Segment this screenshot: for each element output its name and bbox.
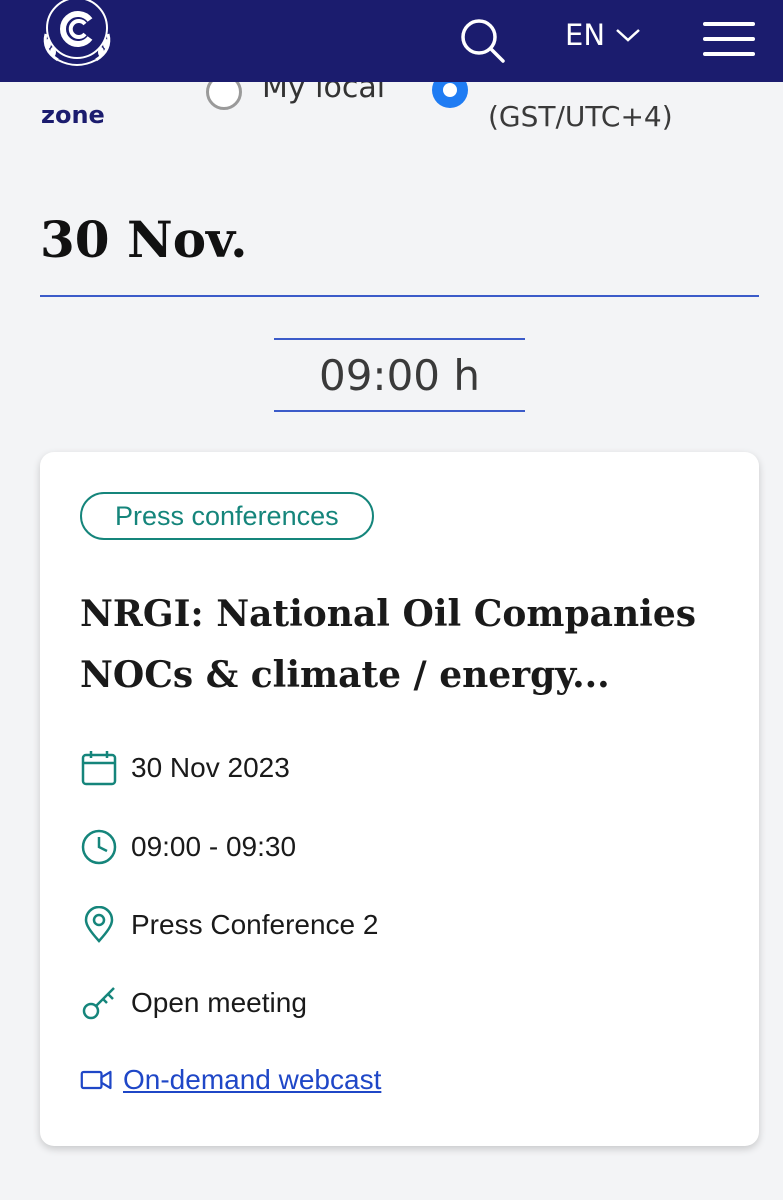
event-category-tag[interactable]: Press conferences (80, 492, 374, 540)
hamburger-menu-icon[interactable] (703, 22, 755, 58)
day-divider (40, 295, 759, 297)
event-webcast-row[interactable]: On-demand webcast (80, 1063, 381, 1097)
clock-icon (81, 829, 117, 865)
language-label: EN (565, 18, 606, 52)
timezone-gst-label: (GST/UTC+4) (488, 100, 673, 133)
top-navigation-bar: EN (0, 0, 783, 82)
time-slot-label: 09:00 h (274, 338, 525, 412)
language-selector[interactable]: EN (565, 18, 641, 52)
event-date: 30 Nov 2023 (131, 752, 290, 783)
event-access: Open meeting (131, 987, 307, 1018)
event-location: Press Conference 2 (131, 909, 379, 940)
event-time-row: 09:00 - 09:30 (80, 828, 296, 866)
event-title[interactable]: NRGI: National Oil Companies NOCs & clim… (80, 584, 720, 706)
event-location-row: Press Conference 2 (80, 906, 378, 944)
location-pin-icon (84, 906, 114, 943)
search-icon[interactable] (458, 16, 506, 64)
video-camera-icon (80, 1070, 112, 1090)
event-time: 09:00 - 09:30 (131, 831, 297, 862)
event-date-row: 30 Nov 2023 (80, 749, 290, 787)
event-access-row: Open meeting (80, 984, 307, 1022)
chevron-down-icon (616, 29, 640, 42)
un-climate-change-logo[interactable] (28, 0, 126, 70)
key-icon (82, 987, 115, 1020)
timezone-label: zone (41, 101, 105, 129)
event-card[interactable]: Press conferences NRGI: National Oil Com… (40, 452, 759, 1146)
webcast-link[interactable]: On-demand webcast (123, 1064, 381, 1096)
day-heading: 30 Nov. (40, 210, 248, 269)
calendar-icon (81, 751, 117, 786)
